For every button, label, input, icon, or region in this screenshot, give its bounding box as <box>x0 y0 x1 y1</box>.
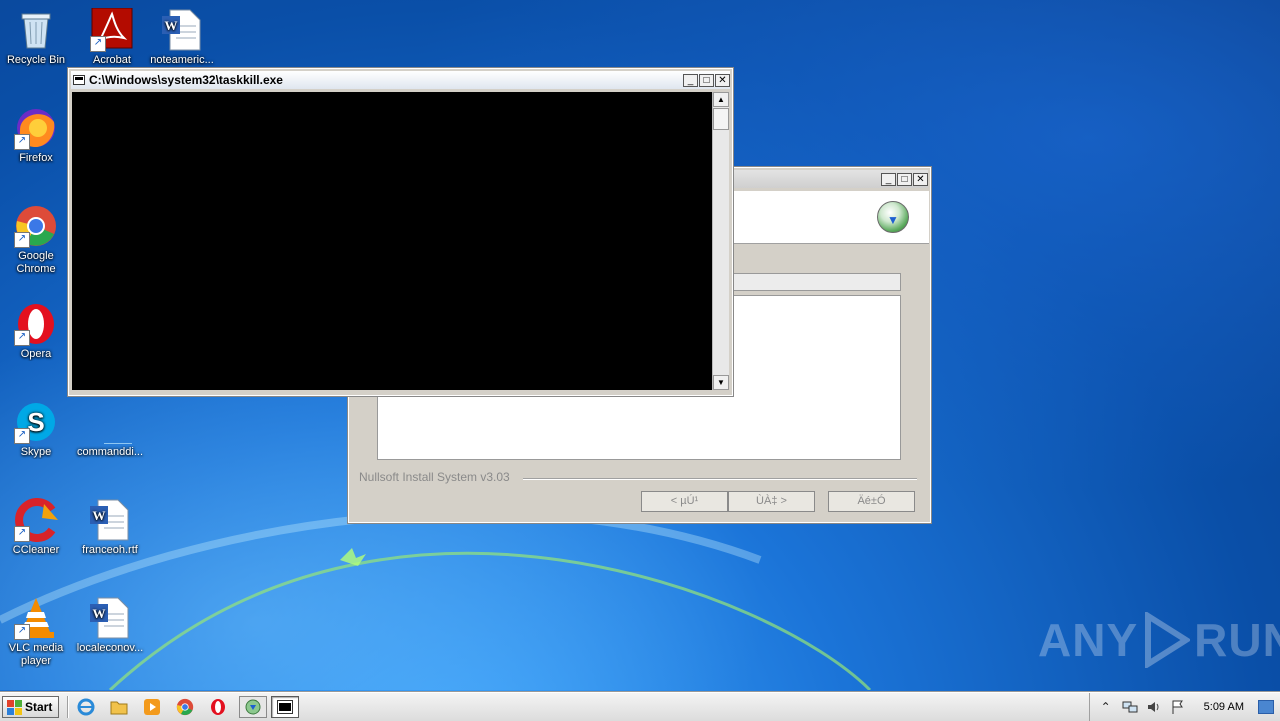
desktop-icon-label: Recycle Bin <box>6 54 66 66</box>
action-center-flag-icon[interactable] <box>1170 699 1186 715</box>
opera-taskbar-icon[interactable] <box>206 696 230 718</box>
desktop-icon-ccleaner[interactable]: ↗ CCleaner <box>0 498 72 557</box>
svg-text:W: W <box>165 18 178 33</box>
nsis-branding-text: Nullsoft Install System v3.03 <box>359 470 510 484</box>
desktop-icon-label: localeconov... <box>76 642 144 654</box>
shortcut-arrow-icon: ↗ <box>14 624 30 640</box>
system-tray: ⌃ 5:09 AM <box>1088 693 1280 721</box>
shortcut-arrow-icon: ↗ <box>14 134 30 150</box>
opera-icon: ↗ <box>14 302 58 346</box>
scroll-up-arrow-icon[interactable]: ▲ <box>713 92 729 107</box>
scroll-down-arrow-icon[interactable]: ▼ <box>713 375 729 390</box>
taskbar-clock[interactable]: 5:09 AM <box>1204 701 1244 713</box>
console-window[interactable]: C:\Windows\system32\taskkill.exe _ □ ✕ ▲… <box>67 67 734 397</box>
taskbar-separator <box>67 696 69 718</box>
show-desktop-button[interactable] <box>1258 700 1274 714</box>
internet-explorer-icon[interactable] <box>74 696 98 718</box>
back-button[interactable]: < µÚ¹ <box>641 491 728 512</box>
vlc-icon: ↗ <box>14 596 58 640</box>
taskbar-installer-button[interactable] <box>239 696 268 718</box>
word-document-icon: W <box>160 8 204 52</box>
start-label: Start <box>25 700 53 714</box>
desktop-icon-commanddi[interactable]: commanddi... <box>74 400 146 459</box>
desktop-icon-franceoh[interactable]: W franceoh.rtf <box>74 498 146 557</box>
desktop-icon-label: noteameric... <box>150 54 214 66</box>
blank-file-icon <box>88 400 146 445</box>
ccleaner-icon: ↗ <box>14 498 58 542</box>
desktop-icon-recycle-bin[interactable]: Recycle Bin <box>0 8 72 67</box>
console-title: C:\Windows\system32\taskkill.exe <box>89 73 283 87</box>
desktop-icon-label: Opera <box>20 348 52 360</box>
desktop-icon-label: Google Chrome <box>16 250 56 275</box>
desktop-icon-firefox[interactable]: ↗ Firefox <box>0 106 72 165</box>
desktop-icon-opera[interactable]: ↗ Opera <box>0 302 72 361</box>
firefox-icon: ↗ <box>14 106 58 150</box>
shortcut-arrow-icon: ↗ <box>90 36 106 52</box>
minimize-button[interactable]: _ <box>881 172 896 186</box>
desktop-icon-skype[interactable]: S ↗ Skype <box>0 400 72 459</box>
desktop-icon-vlc[interactable]: ↗ VLC media player <box>0 596 72 668</box>
desktop-icon-label: Firefox <box>19 152 53 164</box>
cancel-button[interactable]: Äé±Ó <box>828 491 915 512</box>
chrome-taskbar-icon[interactable] <box>173 696 197 718</box>
watermark-text-right: RUN <box>1194 614 1280 666</box>
acrobat-icon: ↗ <box>90 7 134 52</box>
desktop-icon-label: commanddi... <box>76 446 144 458</box>
console-scrollbar[interactable]: ▲ ▼ <box>712 92 729 390</box>
network-icon[interactable] <box>1122 699 1138 715</box>
nsis-logo-icon <box>877 201 909 233</box>
next-button[interactable]: ÙÀ‡ > <box>728 491 815 512</box>
desktop-icon-chrome[interactable]: ↗ Google Chrome <box>0 204 72 276</box>
close-button[interactable]: ✕ <box>913 172 928 186</box>
svg-text:W: W <box>93 606 106 621</box>
desktop-icon-label: Skype <box>20 446 52 458</box>
recycle-bin-icon <box>14 8 58 52</box>
windows-logo-icon <box>7 700 22 715</box>
desktop-icon-label: CCleaner <box>12 544 60 556</box>
branding-divider <box>523 478 917 480</box>
shortcut-arrow-icon: ↗ <box>14 232 30 248</box>
chrome-icon: ↗ <box>14 204 58 248</box>
watermark-text-left: ANY <box>1038 614 1139 666</box>
console-titlebar[interactable]: C:\Windows\system32\taskkill.exe _ □ ✕ <box>71 71 730 89</box>
console-window-icon <box>73 75 85 85</box>
volume-icon[interactable] <box>1146 699 1162 715</box>
console-output-area[interactable] <box>72 92 712 390</box>
start-button[interactable]: Start <box>2 696 60 718</box>
desktop-icon-label: franceoh.rtf <box>82 544 138 556</box>
word-document-icon: W <box>88 596 132 640</box>
close-button[interactable]: ✕ <box>715 73 730 87</box>
shortcut-arrow-icon: ↗ <box>14 428 30 444</box>
word-document-icon: W <box>88 498 132 542</box>
desktop-icon-label: VLC media player <box>8 642 64 667</box>
installer-task-icon <box>245 699 261 715</box>
desktop-icon-noteameric[interactable]: W noteameric... <box>146 8 218 67</box>
skype-icon: S ↗ <box>14 400 58 444</box>
svg-text:W: W <box>93 508 106 523</box>
shortcut-arrow-icon: ↗ <box>14 526 30 542</box>
console-task-icon <box>277 700 294 714</box>
desktop-icon-acrobat[interactable]: ↗ Acrobat <box>76 7 148 67</box>
taskbar-console-button[interactable] <box>271 696 300 718</box>
maximize-button[interactable]: □ <box>699 73 714 87</box>
file-explorer-icon[interactable] <box>107 696 131 718</box>
show-hidden-icons-icon[interactable]: ⌃ <box>1098 699 1114 715</box>
maximize-button[interactable]: □ <box>897 172 912 186</box>
desktop-icon-localeconov[interactable]: W localeconov... <box>74 596 146 655</box>
media-player-icon[interactable] <box>140 696 164 718</box>
watermark-play-icon <box>1145 612 1191 668</box>
shortcut-arrow-icon: ↗ <box>14 330 30 346</box>
desktop-icon-label: Acrobat <box>93 54 131 66</box>
minimize-button[interactable]: _ <box>683 73 698 87</box>
anyrun-watermark: ANY RUN <box>1038 610 1280 670</box>
scrollbar-thumb[interactable] <box>713 108 729 130</box>
taskbar: Start ⌃ 5:09 AM <box>0 692 1280 721</box>
